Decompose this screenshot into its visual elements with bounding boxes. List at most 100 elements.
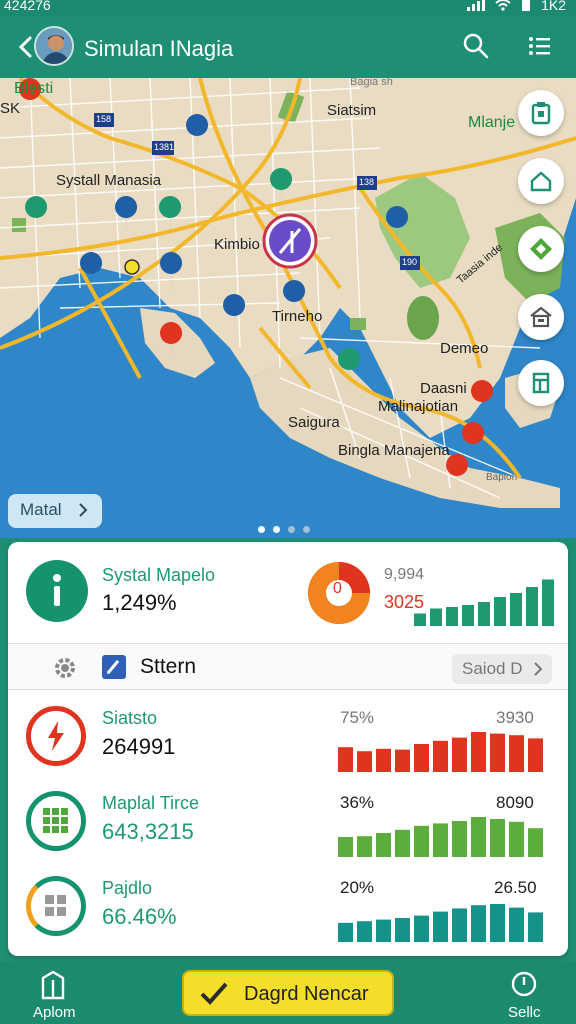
sort-button[interactable]: Saiod D	[452, 654, 552, 684]
summary-bar-chart	[414, 579, 554, 626]
bar	[395, 829, 410, 857]
map-label: SK	[0, 100, 21, 117]
primary-action-button[interactable]: Dagrd Nencar	[182, 970, 394, 1016]
status-bar: 424276 1K2	[0, 0, 576, 16]
map-label: Systall Manasia	[56, 172, 162, 189]
metric-label: Siatsto	[102, 708, 158, 728]
building-icon	[530, 306, 552, 328]
metric-bar-chart	[338, 817, 543, 857]
nav-label: Aplom	[33, 1004, 76, 1021]
bar	[338, 837, 353, 857]
battery-icon	[522, 0, 531, 11]
nav-item-left[interactable]: Aplom	[0, 962, 100, 1024]
metric-count: 8090	[496, 793, 534, 812]
metric-label: Pajdlo	[102, 878, 153, 898]
status-time: 424276	[4, 0, 51, 13]
wifi-icon	[495, 0, 511, 11]
bar	[452, 737, 467, 772]
bar	[414, 915, 429, 942]
edit-icon[interactable]	[102, 655, 126, 679]
nav-item-right[interactable]: Sellc	[490, 962, 576, 1024]
clipboard-icon	[531, 102, 551, 125]
avatar[interactable]	[34, 26, 74, 66]
search-icon[interactable]	[462, 32, 490, 60]
page-title: Simulan INagia	[84, 36, 234, 61]
bar	[357, 751, 372, 772]
nav-label: Sellc	[508, 1004, 541, 1021]
document-icon	[41, 970, 65, 1000]
bar	[490, 904, 505, 942]
bar	[430, 608, 442, 626]
bar	[376, 833, 391, 857]
chevron-right-icon	[79, 503, 88, 517]
bar	[471, 905, 486, 942]
metric-bar-chart	[338, 732, 543, 772]
bar	[433, 911, 448, 942]
metric-row[interactable]: Pajdlo 66.46% 20% 26.50	[8, 860, 568, 952]
bar	[414, 744, 429, 772]
info-icon	[26, 560, 88, 622]
bar	[433, 823, 448, 857]
bar	[414, 825, 429, 857]
route-badge-label: 190	[402, 257, 418, 267]
bar	[433, 740, 448, 772]
bar	[452, 821, 467, 857]
map-label: Demeo	[440, 340, 489, 357]
map-label: Bingla Manajena	[338, 442, 450, 459]
map-chip-button[interactable]: Matal	[8, 494, 102, 528]
bar	[490, 733, 505, 772]
page-indicator	[258, 526, 310, 533]
list-menu-icon[interactable]	[526, 32, 554, 60]
bar	[414, 613, 426, 626]
route-badge-label: 1381	[154, 142, 175, 152]
gear-icon[interactable]	[52, 655, 78, 681]
metric-value: 643,3215	[102, 819, 194, 844]
route-badge-label: 138	[359, 177, 375, 187]
summary-label: Systal Mapelo	[102, 565, 216, 585]
map-label: Mlanje	[468, 114, 516, 131]
home-button[interactable]	[518, 158, 564, 204]
metric-pct: 36%	[340, 793, 375, 812]
bar	[357, 836, 372, 857]
bar	[528, 828, 543, 857]
clipboard-button[interactable]	[518, 90, 564, 136]
sort-label: Saiod D	[462, 659, 523, 678]
bar	[338, 747, 353, 772]
summary-value: 1,249%	[102, 590, 177, 615]
map-view[interactable]: Blesti SK Siatsim Mlanje Systall Manasia…	[0, 78, 576, 538]
bar	[338, 922, 353, 942]
metric-label: Maplal Tirce	[102, 793, 200, 813]
tab-label[interactable]: Sttern	[140, 655, 196, 679]
status-icons: 1K2	[467, 0, 566, 13]
door-icon	[532, 372, 550, 394]
ring-value: 0	[333, 580, 342, 597]
compass-icon	[530, 238, 552, 260]
metric-row[interactable]: Siatsto 264991 75% 3930	[8, 690, 568, 775]
navigate-button[interactable]	[518, 226, 564, 272]
map-label: Siatsim	[327, 102, 377, 119]
metric-row[interactable]: Maplal Tirce 643,3215 36% 8090	[8, 775, 568, 860]
map-label: Bapion	[486, 472, 518, 483]
building-button[interactable]	[518, 294, 564, 340]
map-label: Tirneho	[272, 308, 323, 325]
clock-icon	[511, 971, 537, 997]
chip-label: Matal	[20, 500, 62, 519]
route-badge-label: 158	[96, 114, 112, 124]
metric-pct: 20%	[340, 878, 375, 897]
bar	[526, 587, 538, 626]
app-bar: Simulan INagia	[0, 16, 576, 78]
bar	[462, 605, 474, 626]
battery-text: 1K2	[541, 0, 566, 13]
stats-card: Systal Mapelo 1,249% 0 9,994 3025 Sttern…	[8, 542, 568, 956]
tiles-icon	[26, 876, 86, 936]
bookmark-button[interactable]	[518, 360, 564, 406]
bar	[452, 908, 467, 942]
bar	[471, 732, 486, 772]
bar	[376, 919, 391, 942]
map-label: Blesti	[14, 80, 54, 97]
map-label: Bagia sh	[350, 78, 393, 88]
metric-bar-chart	[338, 904, 543, 942]
bar	[478, 602, 490, 626]
home-icon	[530, 171, 552, 192]
map-label: Saigura	[288, 414, 340, 431]
